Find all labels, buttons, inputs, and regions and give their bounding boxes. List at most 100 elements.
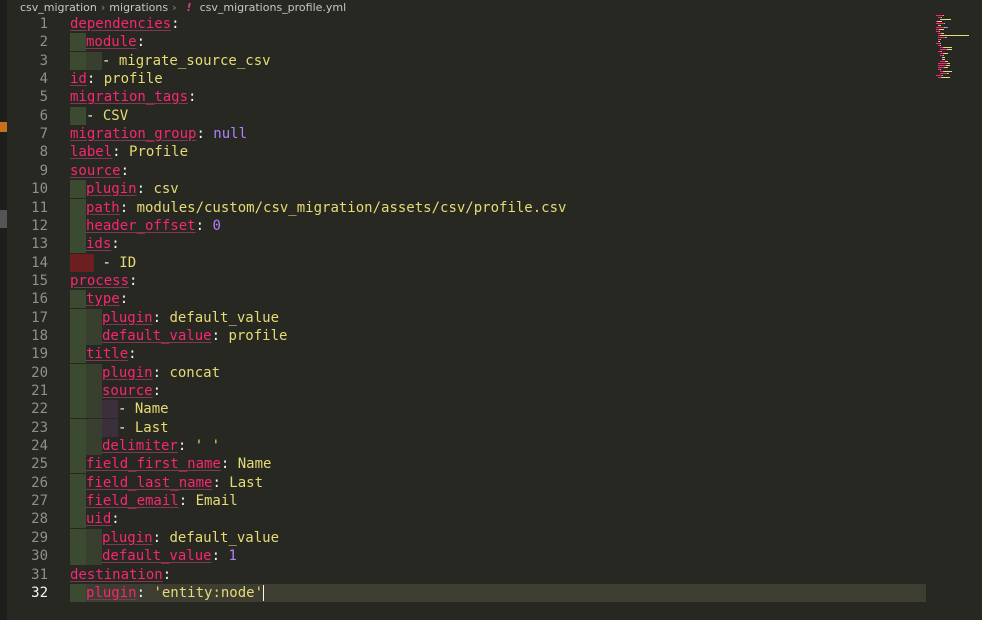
minimap-line xyxy=(938,21,943,22)
yaml-punctuation: : xyxy=(119,200,137,216)
yaml-value: concat xyxy=(169,365,221,381)
code-line[interactable]: source: xyxy=(0,162,926,180)
indent-guide xyxy=(86,529,102,547)
yaml-key: migration_group xyxy=(70,126,197,142)
yaml-punctuation: - xyxy=(86,108,103,124)
yaml-punctuation: - xyxy=(118,401,135,417)
breadcrumb-item-csv-migration[interactable]: csv_migration xyxy=(20,1,97,14)
yaml-punctuation: : xyxy=(177,438,195,454)
code-line[interactable]: plugin: default_value xyxy=(0,309,926,327)
yaml-punctuation: : xyxy=(152,383,162,399)
code-line[interactable]: - migrate_source_csv xyxy=(0,52,926,70)
yaml-key: plugin xyxy=(86,181,137,197)
code-line[interactable]: label: Profile xyxy=(0,143,926,161)
yaml-key: plugin xyxy=(86,585,137,601)
yaml-key: module xyxy=(86,34,137,50)
yaml-punctuation: : xyxy=(136,34,146,50)
code-text: plugin: default_value xyxy=(70,529,279,547)
minimap-line xyxy=(939,29,944,30)
indent-guide xyxy=(70,382,86,400)
code-line[interactable]: id: profile xyxy=(0,70,926,88)
code-line[interactable]: delimiter: ' ' xyxy=(0,437,926,455)
code-line[interactable]: ids: xyxy=(0,235,926,253)
minimap-line xyxy=(938,37,946,38)
yaml-punctuation: : xyxy=(120,163,130,179)
code-text: label: Profile xyxy=(70,143,188,161)
yaml-file-icon: ! xyxy=(186,1,192,14)
code-text: migration_group: null xyxy=(70,125,247,143)
minimap-line xyxy=(940,51,942,52)
code-line[interactable]: field_last_name: Last xyxy=(0,474,926,492)
code-line[interactable]: plugin: concat xyxy=(0,364,926,382)
code-line[interactable]: field_email: Email xyxy=(0,492,926,510)
code-text: default_value: 1 xyxy=(70,547,237,565)
code-text: module: xyxy=(70,33,145,51)
yaml-value: default_value xyxy=(169,530,280,546)
yaml-punctuation: : xyxy=(211,328,229,344)
yaml-key: plugin xyxy=(102,530,153,546)
code-text: source: xyxy=(70,162,129,180)
minimap-line xyxy=(943,59,946,60)
code-line[interactable]: title: xyxy=(0,345,926,363)
yaml-key: field_email xyxy=(86,493,179,509)
code-line[interactable]: plugin: csv xyxy=(0,180,926,198)
yaml-value: profile xyxy=(103,71,163,87)
code-line[interactable]: field_first_name: Name xyxy=(0,455,926,473)
code-editor[interactable]: 1 dependencies: 2 module: 3- migrate_source_… xyxy=(0,15,926,620)
code-line[interactable]: header_offset: 0 xyxy=(0,217,926,235)
code-line[interactable]: plugin: default_value xyxy=(0,529,926,547)
minimap-line xyxy=(948,73,949,74)
code-line[interactable]: type: xyxy=(0,290,926,308)
code-text: header_offset: 0 xyxy=(70,217,221,235)
code-line[interactable]: dependencies: xyxy=(0,15,926,33)
code-line[interactable]: source: xyxy=(0,382,926,400)
yaml-key: field_last_name xyxy=(86,475,213,491)
indent-guide xyxy=(86,364,102,382)
breadcrumb-item-migrations[interactable]: migrations xyxy=(109,1,168,14)
yaml-value: CSV xyxy=(102,108,129,124)
code-line[interactable]: module: xyxy=(0,33,926,51)
indent-guide xyxy=(86,382,102,400)
code-text: - ID xyxy=(70,254,136,272)
code-text: plugin: concat xyxy=(70,364,220,382)
yaml-key: uid xyxy=(86,511,112,527)
code-text: delimiter: ' ' xyxy=(70,437,220,455)
yaml-key: id xyxy=(70,71,87,87)
code-line[interactable]: destination: xyxy=(0,566,926,584)
yaml-key: title xyxy=(86,346,129,362)
code-line[interactable]: - Name xyxy=(0,400,926,418)
code-text: title: xyxy=(70,345,137,363)
yaml-key: ids xyxy=(86,236,112,252)
minimap-line xyxy=(939,39,941,40)
indent-guide xyxy=(86,437,102,455)
indent-guide xyxy=(70,584,86,602)
code-line[interactable]: path: modules/custom/csv_migration/asset… xyxy=(0,199,926,217)
indent-guide xyxy=(86,419,102,437)
minimap-line xyxy=(936,23,944,24)
yaml-value: 'entity:node' xyxy=(153,585,264,601)
indent-guide xyxy=(70,309,86,327)
code-line[interactable]: default_value: profile xyxy=(0,327,926,345)
minimap[interactable] xyxy=(930,15,982,85)
code-line[interactable]: - CSV xyxy=(0,107,926,125)
chevron-right-icon: › xyxy=(172,1,177,14)
yaml-punctuation: : xyxy=(111,236,120,252)
code-line[interactable]: - ID xyxy=(0,254,926,272)
current-code-line[interactable]: plugin: 'entity:node' xyxy=(70,584,926,602)
code-text: type: xyxy=(70,290,128,308)
code-text: field_first_name: Name xyxy=(70,455,271,473)
minimap-line xyxy=(940,45,941,46)
indent-guide xyxy=(70,492,86,510)
code-line[interactable]: process: xyxy=(0,272,926,290)
code-text: - migrate_source_csv xyxy=(70,52,271,70)
breadcrumb-item-file[interactable]: csv_migrations_profile.yml xyxy=(200,1,347,14)
code-line[interactable]: default_value: 1 xyxy=(0,547,926,565)
code-line[interactable]: migration_group: null xyxy=(0,125,926,143)
code-line[interactable]: migration_tags: xyxy=(0,88,926,106)
minimap-line xyxy=(940,49,948,50)
indent-guide xyxy=(70,327,86,345)
yaml-punctuation: : xyxy=(188,89,197,105)
minimap-line xyxy=(941,35,970,36)
code-line[interactable]: - Last xyxy=(0,419,926,437)
code-line[interactable]: uid: xyxy=(0,510,926,528)
